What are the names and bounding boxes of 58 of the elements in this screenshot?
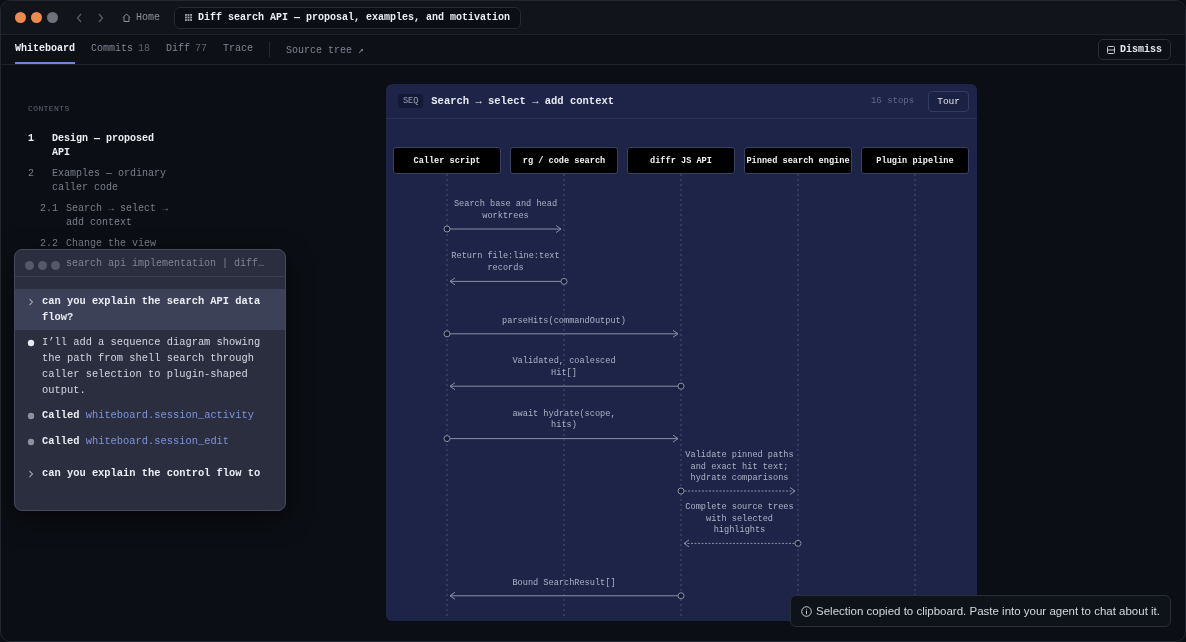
- window-dot-icon[interactable]: [25, 260, 34, 270]
- message-label: Validate pinned paths and exact hit text; hydrate comparisons: [684, 449, 795, 484]
- tab[interactable]: Commits 18: [91, 35, 151, 64]
- bullet-icon: [27, 412, 35, 421]
- tool-call-label: Called: [42, 434, 80, 447]
- assistant-message: I’ll add a sequence diagram showing the path from shell search through caller selection to plugin-shaped output.: [42, 335, 262, 398]
- chevron-icon: [27, 298, 35, 306]
- message-label: Complete source trees with selected highlights: [684, 501, 795, 537]
- user-message: can you explain the search API data flow?: [42, 294, 262, 325]
- message-row[interactable]: can you explain the search API data flow?: [15, 289, 285, 331]
- back-icon[interactable]: [76, 12, 83, 23]
- user-message: can you explain the control flow to: [42, 465, 261, 481]
- home-icon: [122, 13, 131, 22]
- document-tab[interactable]: Diff search API — proposal, examples, and motivation: [174, 6, 522, 29]
- tab[interactable]: Diff 77: [166, 35, 208, 64]
- tool-call-label: Called: [42, 409, 80, 422]
- info-icon: [801, 605, 813, 617]
- message-label: Search base and head worktrees: [452, 199, 559, 222]
- participant-box: rg / code search: [510, 147, 618, 174]
- bullet-icon: [27, 437, 35, 446]
- contents-item[interactable]: 2.1 Search → select → add context: [40, 202, 174, 230]
- home-link[interactable]: Home: [122, 12, 160, 23]
- chat-window-title: search api implementation | diff…: [66, 257, 265, 269]
- forward-icon[interactable]: [97, 12, 104, 23]
- tool-name: whiteboard.session_activity: [85, 409, 255, 422]
- zoom-icon[interactable]: [47, 12, 58, 23]
- source-tree-link[interactable]: Source tree ↗: [286, 35, 365, 64]
- message-label: Bound SearchResult[]: [511, 577, 617, 589]
- document-icon: [185, 14, 192, 21]
- chevron-icon: [27, 469, 35, 478]
- message-label: Return file:line:text records: [450, 251, 561, 275]
- diagram-title: Search → select → add context: [431, 95, 615, 107]
- message-label: await hydrate(scope, hits): [511, 408, 617, 432]
- participant-box: Pinned search engine: [744, 147, 852, 174]
- message-label: Validated, coalesced Hit[]: [511, 356, 617, 380]
- window-dot-icon[interactable]: [38, 260, 47, 270]
- contents-item[interactable]: 2 Examples — ordinary caller code: [28, 167, 172, 195]
- contents-item[interactable]: 2.2 Change the view: [40, 237, 174, 251]
- participant-box: Plugin pipeline: [861, 147, 969, 174]
- minimize-icon[interactable]: [31, 12, 42, 23]
- stops-count: 16 stops: [870, 96, 915, 106]
- message-label: parseHits(commandOutput): [501, 315, 627, 327]
- message-row[interactable]: can you explain the control flow to: [15, 460, 285, 487]
- toast-message: Selection copied to clipboard. Paste into your agent to chat about it.: [816, 605, 1160, 617]
- tab[interactable]: Trace: [223, 35, 254, 64]
- tour-button[interactable]: Tour: [928, 90, 969, 112]
- diagram-type-badge: SEQ: [398, 94, 424, 108]
- dismiss-button[interactable]: Dismiss: [1098, 39, 1171, 60]
- contents-heading: CONTENTS: [28, 103, 71, 115]
- participant-box: diffr JS API: [627, 147, 735, 174]
- tab[interactable]: Whiteboard: [15, 35, 75, 64]
- contents-item[interactable]: 1 Design — proposed API: [28, 132, 172, 160]
- panel-icon: [1107, 45, 1115, 54]
- window-dot-icon[interactable]: [51, 260, 60, 270]
- participant-box: Caller script: [393, 147, 501, 174]
- tool-name: whiteboard.session_edit: [85, 434, 230, 447]
- bullet-icon: [27, 339, 35, 348]
- close-icon[interactable]: [15, 12, 26, 23]
